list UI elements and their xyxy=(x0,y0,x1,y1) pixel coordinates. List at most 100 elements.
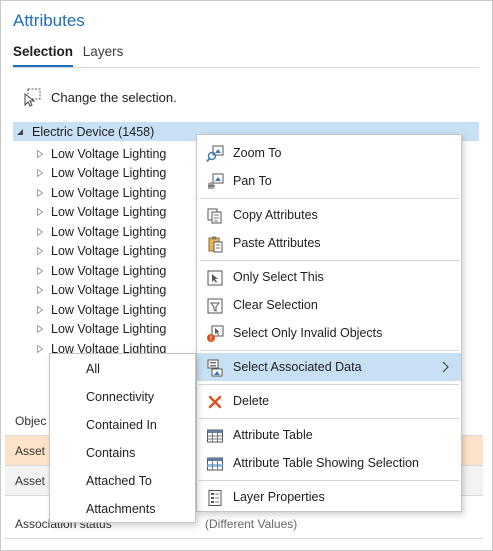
tree-item[interactable]: Low Voltage Lighting xyxy=(37,320,166,340)
tree-item-label: Low Voltage Lighting xyxy=(51,302,167,317)
tree-item[interactable]: Low Voltage Lighting xyxy=(37,261,166,281)
menu-item-copy-attributes[interactable]: Copy Attributes xyxy=(197,201,461,229)
context-menu: Zoom To Pan To Copy Attributes Paste Att… xyxy=(196,134,462,512)
tab-divider xyxy=(13,67,479,68)
collapse-triangle-icon[interactable] xyxy=(37,169,43,178)
menu-item-label: Clear Selection xyxy=(233,298,318,312)
menu-item-only-select-this[interactable]: Only Select This xyxy=(197,263,461,291)
tree-item[interactable]: Low Voltage Lighting xyxy=(37,222,166,242)
tree-item-label: Low Voltage Lighting xyxy=(51,166,167,181)
tree-item[interactable]: Low Voltage Lighting xyxy=(37,300,166,320)
grid-key: Objec xyxy=(15,413,47,428)
tab-selection[interactable]: Selection xyxy=(13,44,73,59)
menu-item-attribute-table[interactable]: Attribute Table xyxy=(197,421,461,449)
pane-title: Attributes xyxy=(13,11,85,30)
tree-item-label: Low Voltage Lighting xyxy=(51,224,167,239)
tree-item-label: Low Voltage Lighting xyxy=(51,146,167,161)
submenu-item-attachments[interactable]: Attachments xyxy=(50,495,195,523)
menu-separator xyxy=(199,384,459,385)
grid-value: (Different Values) xyxy=(205,516,298,531)
pan-to-icon xyxy=(208,173,224,189)
collapse-triangle-icon[interactable] xyxy=(37,286,43,295)
collapse-triangle-icon[interactable] xyxy=(37,325,43,334)
collapse-triangle-icon[interactable] xyxy=(37,247,43,256)
menu-separator xyxy=(199,198,459,199)
menu-separator xyxy=(199,350,459,351)
submenu-item-connectivity[interactable]: Connectivity xyxy=(50,383,195,411)
tree-item[interactable]: Low Voltage Lighting xyxy=(37,242,166,262)
submenu-item-label: Attachments xyxy=(86,502,156,516)
tab-strip: Selection Layers xyxy=(13,44,129,66)
menu-separator xyxy=(199,260,459,261)
submenu-item-contains[interactable]: Contains xyxy=(50,439,195,467)
menu-item-label: Only Select This xyxy=(233,270,324,284)
tree-item[interactable]: Low Voltage Lighting xyxy=(37,281,166,301)
menu-item-label: Paste Attributes xyxy=(233,236,321,250)
tree-item-label: Low Voltage Lighting xyxy=(51,244,167,259)
menu-item-label: Zoom To xyxy=(233,146,282,160)
collapse-triangle-icon[interactable] xyxy=(37,344,43,353)
svg-text:!: ! xyxy=(210,335,213,343)
tree-root-label: Electric Device (1458) xyxy=(32,124,155,139)
clear-selection-icon xyxy=(207,298,223,314)
menu-item-label: Delete xyxy=(233,394,270,408)
submenu-item-label: Contains xyxy=(86,446,136,460)
tree-item[interactable]: Low Voltage Lighting xyxy=(37,144,166,164)
expand-triangle-icon[interactable] xyxy=(16,128,24,136)
menu-item-clear-selection[interactable]: Clear Selection xyxy=(197,291,461,319)
submenu-item-label: Attached To xyxy=(86,474,152,488)
tree-item[interactable]: Low Voltage Lighting xyxy=(37,164,166,184)
tree-item-label: Low Voltage Lighting xyxy=(51,205,167,220)
attributes-pane: Attributes Selection Layers Change the s… xyxy=(0,0,493,551)
change-selection-button[interactable]: Change the selection. xyxy=(21,85,177,109)
menu-item-label: Pan To xyxy=(233,174,272,188)
submenu-item-all[interactable]: All xyxy=(50,355,195,383)
associated-data-icon xyxy=(207,359,223,377)
tree-item-label: Low Voltage Lighting xyxy=(51,185,167,200)
zoom-to-icon xyxy=(206,145,224,163)
submenu-item-label: Connectivity xyxy=(86,390,155,404)
associated-data-submenu: All Connectivity Contained In Contains A… xyxy=(49,353,196,523)
collapse-triangle-icon[interactable] xyxy=(37,208,43,217)
menu-separator xyxy=(199,480,459,481)
menu-item-zoom-to[interactable]: Zoom To xyxy=(197,139,461,167)
tree-item[interactable]: Low Voltage Lighting xyxy=(37,183,166,203)
tree-item[interactable]: Low Voltage Lighting xyxy=(37,203,166,223)
collapse-triangle-icon[interactable] xyxy=(37,149,43,158)
menu-item-layer-properties[interactable]: Layer Properties xyxy=(197,483,461,511)
tab-layers[interactable]: Layers xyxy=(83,44,124,59)
menu-item-label: Copy Attributes xyxy=(233,208,318,222)
grid-key: Asset xyxy=(15,473,46,488)
submenu-item-label: All xyxy=(86,362,100,376)
collapse-triangle-icon[interactable] xyxy=(37,227,43,236)
select-only-icon xyxy=(207,270,223,286)
tree-item-label: Low Voltage Lighting xyxy=(51,322,167,337)
menu-item-delete[interactable]: Delete xyxy=(197,387,461,415)
menu-separator xyxy=(199,418,459,419)
menu-item-label: Attribute Table Showing Selection xyxy=(233,456,419,470)
submenu-item-attached-to[interactable]: Attached To xyxy=(50,467,195,495)
grid-key: Asset xyxy=(15,443,46,458)
collapse-triangle-icon[interactable] xyxy=(37,266,43,275)
menu-item-label: Layer Properties xyxy=(233,490,325,504)
menu-item-label: Select Associated Data xyxy=(233,360,362,374)
tree-item-label: Low Voltage Lighting xyxy=(51,283,167,298)
menu-item-label: Attribute Table xyxy=(233,428,313,442)
collapse-triangle-icon[interactable] xyxy=(37,188,43,197)
tree-item-label: Low Voltage Lighting xyxy=(51,263,167,278)
layer-properties-icon xyxy=(208,490,222,506)
select-arrow-icon xyxy=(24,88,41,107)
change-selection-label: Change the selection. xyxy=(51,89,177,105)
menu-item-pan-to[interactable]: Pan To xyxy=(197,167,461,195)
table-icon xyxy=(207,429,223,443)
submenu-item-label: Contained In xyxy=(86,418,157,432)
paste-icon xyxy=(208,236,223,253)
menu-item-select-associated-data[interactable]: Select Associated Data xyxy=(197,353,461,381)
menu-item-paste-attributes[interactable]: Paste Attributes xyxy=(197,229,461,257)
menu-item-attribute-table-showing-selection[interactable]: Attribute Table Showing Selection xyxy=(197,449,461,477)
table-selection-icon xyxy=(207,457,223,471)
menu-item-select-only-invalid-objects[interactable]: ! Select Only Invalid Objects xyxy=(197,319,461,347)
copy-icon xyxy=(207,208,222,224)
submenu-item-contained-in[interactable]: Contained In xyxy=(50,411,195,439)
collapse-triangle-icon[interactable] xyxy=(37,305,43,314)
